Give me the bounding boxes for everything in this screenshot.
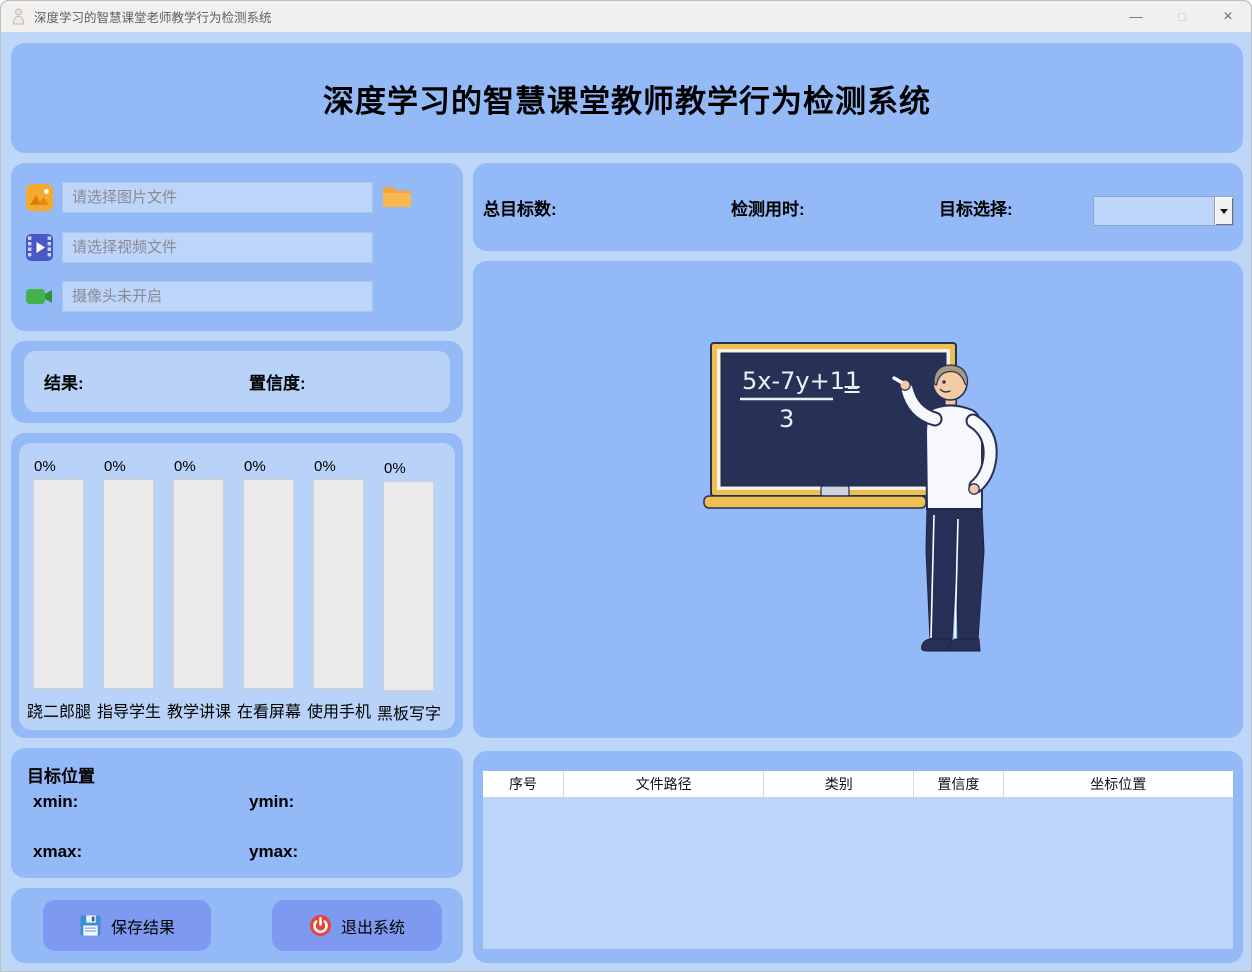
bar-track [103,479,154,689]
camera-icon [25,282,54,311]
save-results-label: 保存结果 [111,914,175,938]
window-title: 深度学习的智慧课堂老师教学行为检测系统 [34,7,272,26]
video-icon [25,233,54,262]
table-header-row: 序号 文件路径 类别 置信度 坐标位置 [483,771,1233,797]
page-title: 深度学习的智慧课堂教师教学行为检测系统 [11,43,1243,153]
bar-value: 0% [173,455,243,479]
bar-value: 0% [313,455,383,479]
file-input-panel [11,163,463,331]
bar-value: 0% [383,457,453,481]
image-file-input[interactable] [62,182,373,213]
behavior-chart: 0% 跷二郎腿 0% 指导学生 0% 教学讲课 0% 在看屏幕 0% [19,443,455,730]
bar-value: 0% [33,455,103,479]
folder-icon [381,183,413,210]
board-tray [704,496,926,508]
maximize-button[interactable]: □ [1159,1,1205,32]
bar-value: 0% [103,455,173,479]
target-select-dropdown[interactable] [1093,196,1234,226]
col-header-position: 坐标位置 [1004,771,1234,797]
board-formula-denominator: 3 [779,405,794,433]
exit-system-label: 退出系统 [341,914,405,938]
col-header-filepath: 文件路径 [564,771,764,797]
board-formula-equals: = [842,375,862,403]
result-inner: 结果: 置信度: [24,351,450,412]
result-panel: 结果: 置信度: [11,341,463,423]
xmax-label: xmax: [33,842,82,862]
xmin-label: xmin: [33,792,78,812]
actions-panel: 保存结果 退出系统 [11,888,463,963]
bar-category: 指导学生 [94,698,164,722]
bar-track [383,481,434,691]
dropdown-button[interactable] [1214,197,1233,225]
video-file-input[interactable] [62,232,373,263]
chevron-down-icon [1220,209,1228,214]
ymax-label: ymax: [249,842,298,862]
target-position-panel: 目标位置 xmin: ymin: xmax: ymax: [11,748,463,878]
save-floppy-icon [79,914,102,937]
minimize-button[interactable]: — [1113,1,1159,32]
teacher-shoe [949,639,981,651]
table-body-empty [483,797,1233,949]
bar-category: 使用手机 [304,698,374,722]
detect-time-label: 检测用时: [731,163,805,251]
col-header-category: 类别 [764,771,914,797]
target-position-title: 目标位置 [27,762,95,787]
confidence-label: 置信度: [249,351,306,412]
bar-group-writing-blackboard: 0% 黑板写字 [383,457,453,724]
bar-group-watching-screen: 0% 在看屏幕 [243,455,313,722]
result-label: 结果: [44,351,84,412]
total-targets-label: 总目标数: [483,163,557,251]
bar-category: 跷二郎腿 [24,698,94,722]
image-icon [25,183,54,212]
exit-system-button[interactable]: 退出系统 [272,900,442,951]
behavior-chart-panel: 0% 跷二郎腿 0% 指导学生 0% 教学讲课 0% 在看屏幕 0% [11,433,463,738]
bar-group-cross-legs: 0% 跷二郎腿 [33,455,103,722]
detection-table-panel: 序号 文件路径 类别 置信度 坐标位置 [473,751,1243,963]
bar-track [313,479,364,689]
preview-panel: 5x-7y+11 3 = [473,261,1243,738]
camera-status-input[interactable] [62,281,373,312]
app-person-icon [12,8,25,25]
bar-group-lecturing: 0% 教学讲课 [173,455,243,722]
bar-category: 在看屏幕 [234,698,304,722]
save-results-button[interactable]: 保存结果 [43,900,211,951]
bar-group-guide-students: 0% 指导学生 [103,455,173,722]
bar-track [243,479,294,689]
ymin-label: ymin: [249,792,294,812]
target-select-label: 目标选择: [939,163,1013,251]
bar-track [33,479,84,689]
header-panel: 深度学习的智慧课堂教师教学行为检测系统 [11,43,1243,153]
teacher-shoe [922,639,953,651]
detection-table: 序号 文件路径 类别 置信度 坐标位置 [483,771,1233,949]
browse-folder-button[interactable] [381,183,413,210]
col-header-index: 序号 [483,771,564,797]
teacher-blackboard-illustration: 5x-7y+11 3 = [701,339,1001,669]
stats-panel: 总目标数: 检测用时: 目标选择: [473,163,1243,251]
close-button[interactable]: × [1205,1,1251,32]
bar-track [173,479,224,689]
bar-group-using-phone: 0% 使用手机 [313,455,383,722]
app-window: 深度学习的智慧课堂老师教学行为检测系统 — □ × 深度学习的智慧课堂教师教学行… [0,0,1252,972]
power-icon [309,914,332,937]
bar-value: 0% [243,455,313,479]
col-header-confidence: 置信度 [914,771,1003,797]
titlebar: 深度学习的智慧课堂老师教学行为检测系统 — □ × [1,1,1251,32]
target-select-value [1099,197,1211,225]
bar-category: 黑板写字 [374,700,444,724]
board-eraser [821,486,849,496]
bar-category: 教学讲课 [164,698,234,722]
